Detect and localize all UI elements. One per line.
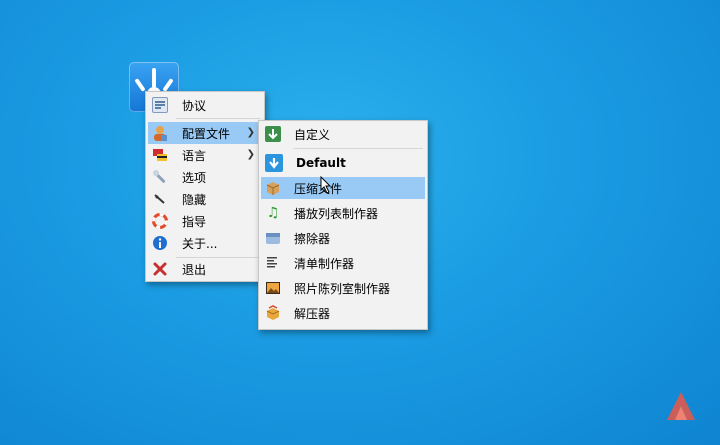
submenu-item-label: 照片陈列室制作器 — [294, 281, 391, 296]
menu-item-label: 关于... — [182, 236, 218, 251]
menu-item-label: 配置文件 — [182, 126, 231, 141]
menu-separator — [176, 118, 260, 119]
profile-icon — [152, 125, 168, 141]
submenu-item-list[interactable]: 清单制作器 — [261, 252, 425, 274]
extract-box-icon — [265, 305, 281, 321]
submenu-item-playlist[interactable]: ♫ 播放列表制作器 — [261, 202, 425, 224]
playlist-note-icon: ♫ — [266, 205, 280, 221]
menu-item-exit[interactable]: 退出 — [148, 258, 262, 280]
lifebuoy-icon — [152, 213, 168, 229]
profile-submenu: 自定义 Default 压缩文件 ♫ 播放列表制作器 擦除器 清单制作器 照片陈… — [258, 120, 428, 330]
menu-item-options[interactable]: 选项 — [148, 166, 262, 188]
submenu-item-gallery[interactable]: 照片陈列室制作器 — [261, 277, 425, 299]
protocol-icon — [152, 97, 168, 113]
menu-item-label: 选项 — [182, 170, 207, 185]
submenu-item-custom[interactable]: 自定义 — [261, 123, 425, 145]
submenu-item-eraser[interactable]: 擦除器 — [261, 227, 425, 249]
context-menu: 协议 配置文件 ❯ 语言 ❯ 选项 隐藏 指导 关于... 退出 — [145, 91, 265, 282]
photo-gallery-icon — [265, 280, 281, 296]
info-icon — [152, 235, 168, 251]
menu-item-label: 语言 — [182, 148, 207, 163]
watermark-logo-icon — [667, 392, 695, 420]
list-icon — [265, 255, 281, 271]
menu-item-protocol[interactable]: 协议 — [148, 94, 262, 116]
submenu-item-label: 清单制作器 — [294, 256, 355, 271]
wrench-icon — [152, 169, 168, 185]
eraser-icon — [265, 230, 281, 246]
language-flag-icon — [152, 147, 168, 163]
submenu-item-label: 自定义 — [294, 127, 331, 142]
menu-item-label: 隐藏 — [182, 192, 207, 207]
submenu-item-label: 解压器 — [294, 306, 331, 321]
submenu-item-compress[interactable]: 压缩文件 — [261, 177, 425, 199]
submenu-item-default[interactable]: Default — [261, 152, 425, 174]
menu-item-label: 指导 — [182, 214, 207, 229]
compress-box-icon — [265, 180, 281, 196]
submenu-item-label: 擦除器 — [294, 231, 331, 246]
submenu-item-label: 播放列表制作器 — [294, 206, 379, 221]
menu-item-label: 协议 — [182, 98, 207, 113]
menu-item-guide[interactable]: 指导 — [148, 210, 262, 232]
submenu-item-label: Default — [296, 156, 346, 170]
hide-icon — [152, 191, 168, 207]
menu-item-label: 退出 — [182, 262, 207, 277]
mouse-cursor-icon — [320, 176, 332, 194]
submenu-arrow-icon: ❯ — [246, 149, 255, 160]
menu-item-profile[interactable]: 配置文件 ❯ — [148, 122, 262, 144]
menu-item-hide[interactable]: 隐藏 — [148, 188, 262, 210]
submenu-item-extract[interactable]: 解压器 — [261, 302, 425, 324]
submenu-arrow-icon: ❯ — [246, 127, 255, 138]
menu-item-language[interactable]: 语言 ❯ — [148, 144, 262, 166]
exit-icon — [152, 261, 168, 277]
custom-icon — [265, 126, 281, 142]
menu-separator — [293, 148, 423, 149]
menu-item-about[interactable]: 关于... — [148, 232, 262, 254]
submenu-item-label: 压缩文件 — [294, 181, 343, 196]
default-download-icon — [265, 154, 283, 172]
